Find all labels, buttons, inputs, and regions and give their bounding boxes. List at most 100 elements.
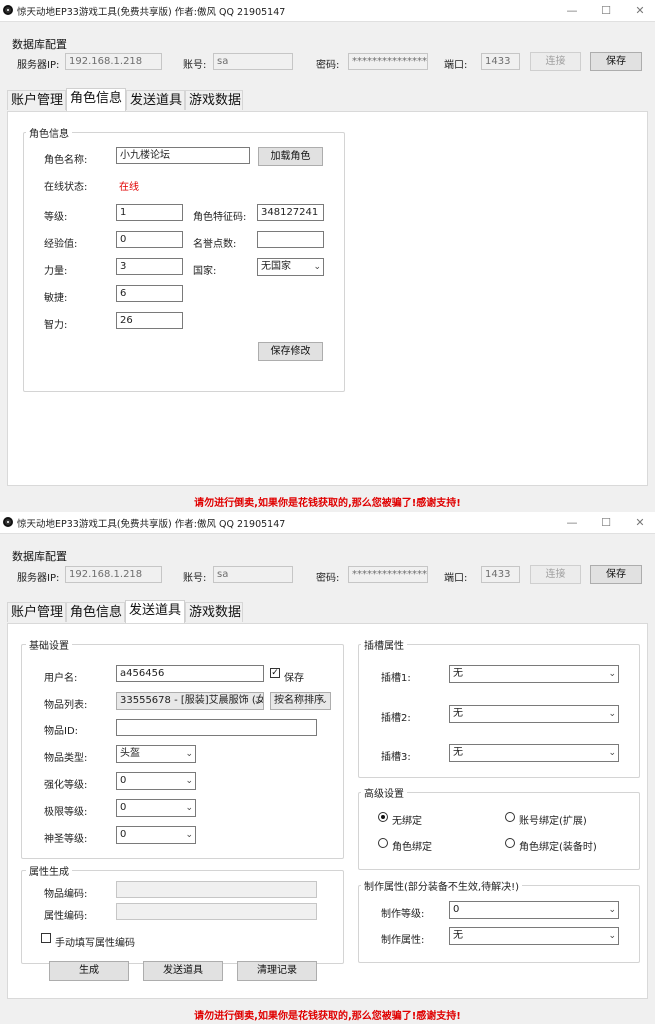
craft-attr-select-value: 无 bbox=[453, 930, 463, 941]
send-item-button[interactable]: 发送道具 bbox=[143, 961, 223, 981]
maximize-button[interactable]: ☐ bbox=[594, 514, 618, 532]
sort-select-value: 按名称排序 bbox=[274, 695, 324, 706]
online-status-label: 在线状态: bbox=[44, 182, 88, 193]
port-field[interactable]: 1433 bbox=[481, 53, 520, 70]
item-type-select[interactable]: 头盔 ⌄ bbox=[116, 745, 196, 763]
clear-log-button[interactable]: 清理记录 bbox=[237, 961, 317, 981]
account-field[interactable]: sa bbox=[213, 53, 293, 70]
port-field[interactable]: 1433 bbox=[481, 566, 520, 583]
tab-send-item[interactable]: 发送道具 bbox=[125, 600, 185, 623]
slot-2-select-value: 无 bbox=[453, 708, 463, 719]
nation-label: 国家: bbox=[193, 266, 217, 277]
bind-account-radio[interactable] bbox=[505, 812, 515, 822]
port-label: 端口: bbox=[444, 60, 468, 71]
item-list-select-value: 33555678 - [服装]艾晨服饰 (女专 bbox=[120, 695, 264, 706]
fame-input[interactable] bbox=[257, 231, 324, 248]
craft-attr-select[interactable]: 无 ⌄ bbox=[449, 927, 619, 945]
tab-account[interactable]: 账户管理 bbox=[7, 602, 66, 622]
connect-button[interactable]: 连接 bbox=[530, 52, 581, 71]
minimize-button[interactable]: — bbox=[560, 2, 584, 20]
slot-3-select-value: 无 bbox=[453, 747, 463, 758]
footer-notice: 请勿进行倒卖,如果你是花钱获取的,那么您被骗了!感谢支持! bbox=[194, 1011, 461, 1022]
connect-button[interactable]: 连接 bbox=[530, 565, 581, 584]
item-id-input[interactable] bbox=[116, 719, 317, 736]
account-field[interactable]: sa bbox=[213, 566, 293, 583]
close-button[interactable]: ✕ bbox=[628, 2, 652, 20]
character-panel: 角色信息 角色名称: 小九楼论坛 加载角色 在线状态: 在线 等级: 1 角色特… bbox=[7, 111, 648, 486]
port-label: 端口: bbox=[444, 573, 468, 584]
limit-level-select[interactable]: 0 ⌄ bbox=[116, 799, 196, 817]
chevron-down-icon: ⌄ bbox=[320, 696, 328, 706]
item-list-select[interactable]: 33555678 - [服装]艾晨服饰 (女专 ⌄ bbox=[116, 692, 264, 710]
title-bar: 惊天动地EP33游戏工具(免费共享版) 作者:傲风 QQ 21905147 — … bbox=[0, 0, 655, 22]
exp-input[interactable]: 0 bbox=[116, 231, 183, 248]
window-character-info: 惊天动地EP33游戏工具(免费共享版) 作者:傲风 QQ 21905147 — … bbox=[0, 0, 655, 512]
slot-3-select[interactable]: 无 ⌄ bbox=[449, 744, 619, 762]
save-checkbox[interactable]: ✓ bbox=[270, 668, 280, 678]
strength-label: 力量: bbox=[44, 266, 68, 277]
character-group-title: 角色信息 bbox=[26, 125, 72, 140]
strength-input[interactable]: 3 bbox=[116, 258, 183, 275]
tab-game-data[interactable]: 游戏数据 bbox=[185, 602, 243, 622]
limit-level-select-value: 0 bbox=[120, 802, 127, 813]
char-code-input[interactable]: 348127241 bbox=[257, 204, 324, 221]
maximize-button[interactable]: ☐ bbox=[594, 2, 618, 20]
enhance-level-select[interactable]: 0 ⌄ bbox=[116, 772, 196, 790]
close-button[interactable]: ✕ bbox=[628, 514, 652, 532]
item-list-label: 物品列表: bbox=[44, 700, 88, 711]
server-ip-field[interactable]: 192.168.1.218 bbox=[65, 566, 162, 583]
slot-2-select[interactable]: 无 ⌄ bbox=[449, 705, 619, 723]
window-send-item: 惊天动地EP33游戏工具(免费共享版) 作者:傲风 QQ 21905147 — … bbox=[0, 512, 655, 1024]
craft-group-title: 制作属性(部分装备不生效,待解决!) bbox=[361, 878, 522, 893]
tab-game-data[interactable]: 游戏数据 bbox=[185, 90, 243, 110]
tab-account[interactable]: 账户管理 bbox=[7, 90, 66, 110]
item-code-field[interactable] bbox=[116, 881, 317, 898]
nation-select-value: 无国家 bbox=[261, 261, 291, 272]
server-ip-field[interactable]: 192.168.1.218 bbox=[65, 53, 162, 70]
level-input[interactable]: 1 bbox=[116, 204, 183, 221]
password-label: 密码: bbox=[316, 573, 340, 584]
chevron-down-icon: ⌄ bbox=[608, 748, 616, 758]
slot-1-select[interactable]: 无 ⌄ bbox=[449, 665, 619, 683]
basic-settings-title: 基础设置 bbox=[26, 637, 72, 652]
bind-none-label: 无绑定 bbox=[392, 816, 422, 827]
db-save-button[interactable]: 保存 bbox=[590, 52, 642, 71]
save-character-button[interactable]: 保存修改 bbox=[258, 342, 323, 361]
slot-2-label: 插槽2: bbox=[381, 713, 411, 724]
bind-char-label: 角色绑定 bbox=[392, 842, 432, 853]
limit-level-label: 极限等级: bbox=[44, 807, 88, 818]
enhance-level-select-value: 0 bbox=[120, 775, 127, 786]
bind-none-radio[interactable] bbox=[378, 812, 388, 822]
username-input[interactable]: a456456 bbox=[116, 665, 264, 682]
intelligence-input[interactable]: 26 bbox=[116, 312, 183, 329]
manual-attr-checkbox[interactable] bbox=[41, 933, 51, 943]
craft-level-select[interactable]: 0 ⌄ bbox=[449, 901, 619, 919]
attr-code-field[interactable] bbox=[116, 903, 317, 920]
db-save-button[interactable]: 保存 bbox=[590, 565, 642, 584]
chevron-down-icon: ⌄ bbox=[253, 696, 261, 706]
tab-character[interactable]: 角色信息 bbox=[66, 88, 126, 111]
slot-1-select-value: 无 bbox=[453, 668, 463, 679]
bind-char-radio[interactable] bbox=[378, 838, 388, 848]
tab-character[interactable]: 角色信息 bbox=[66, 602, 125, 622]
nation-select[interactable]: 无国家 ⌄ bbox=[257, 258, 324, 276]
password-field[interactable]: **************** bbox=[348, 566, 428, 583]
exp-label: 经验值: bbox=[44, 239, 78, 250]
sort-select[interactable]: 按名称排序 ⌄ bbox=[270, 692, 331, 710]
generate-button[interactable]: 生成 bbox=[49, 961, 129, 981]
tab-send-item[interactable]: 发送道具 bbox=[126, 90, 185, 110]
holy-level-select[interactable]: 0 ⌄ bbox=[116, 826, 196, 844]
attr-gen-title: 属性生成 bbox=[26, 863, 72, 878]
chevron-down-icon: ⌄ bbox=[608, 709, 616, 719]
agility-input[interactable]: 6 bbox=[116, 285, 183, 302]
password-field[interactable]: **************** bbox=[348, 53, 428, 70]
load-character-button[interactable]: 加载角色 bbox=[258, 147, 323, 166]
bind-char-equip-radio[interactable] bbox=[505, 838, 515, 848]
bind-account-label: 账号绑定(扩展) bbox=[519, 816, 587, 827]
account-label: 账号: bbox=[183, 60, 207, 71]
slot-1-label: 插槽1: bbox=[381, 673, 411, 684]
minimize-button[interactable]: — bbox=[560, 514, 584, 532]
item-id-label: 物品ID: bbox=[44, 726, 79, 737]
craft-group bbox=[358, 885, 640, 963]
char-name-input[interactable]: 小九楼论坛 bbox=[116, 147, 250, 164]
